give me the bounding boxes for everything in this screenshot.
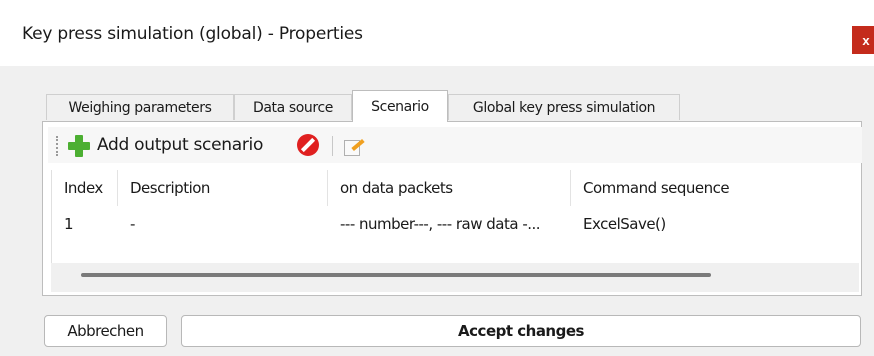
tab-global-key-press-simulation[interactable]: Global key press simulation [448,94,680,120]
column-header-on-data-packets[interactable]: on data packets [328,170,571,206]
toolbar-separator [332,136,333,156]
tab-data-source[interactable]: Data source [234,94,352,120]
edit-icon[interactable] [344,137,365,156]
add-output-scenario-button[interactable]: Add output scenario [97,135,263,155]
scrollbar-thumb[interactable] [81,273,711,277]
cancel-button[interactable]: Abbrechen [44,315,167,347]
plus-icon[interactable] [68,135,90,157]
close-button[interactable]: x [852,26,874,54]
close-icon: x [862,32,870,48]
column-header-description[interactable]: Description [118,170,328,206]
horizontal-scrollbar[interactable] [51,263,859,292]
table-cell-data-packets[interactable]: --- number---, --- raw data -... [328,210,571,238]
table-cell-command-sequence[interactable]: ExcelSave() [571,210,860,238]
column-header-index[interactable]: Index [52,170,118,206]
window-title: Key press simulation (global) - Properti… [22,24,363,44]
table-cell-index[interactable]: 1 [52,210,118,238]
accept-changes-button[interactable]: Accept changes [181,315,861,347]
table-cell-description[interactable]: - [118,210,328,238]
tab-scenario[interactable]: Scenario [352,90,448,122]
toolbar-grip[interactable] [56,136,60,156]
delete-icon[interactable] [297,134,319,156]
column-header-command-sequence[interactable]: Command sequence [571,170,860,206]
tab-weighing-parameters[interactable]: Weighing parameters [46,94,234,120]
title-bar: Key press simulation (global) - Properti… [0,0,874,66]
